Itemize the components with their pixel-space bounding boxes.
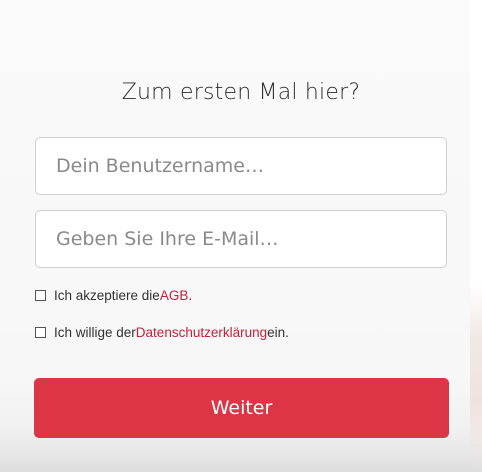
username-input[interactable] (35, 137, 447, 195)
agb-checkbox[interactable] (35, 289, 46, 301)
privacy-label-suffix: ein. (267, 324, 289, 340)
agb-label-suffix: . (188, 287, 193, 303)
privacy-consent-row: Ich willige der Datenschutzerklärung ein… (35, 323, 289, 341)
agb-link[interactable]: AGB (160, 288, 189, 303)
privacy-label-prefix: Ich willige der (54, 324, 136, 340)
privacy-policy-link[interactable]: Datenschutzerklärung (136, 325, 267, 340)
email-input[interactable] (35, 210, 447, 268)
continue-button[interactable]: Weiter (34, 378, 449, 438)
background-image-edge (470, 0, 482, 472)
privacy-checkbox[interactable] (35, 326, 46, 338)
agb-consent-row: Ich akzeptiere die AGB . (35, 286, 192, 304)
form-title: Zum ersten Mal hier? (121, 80, 361, 105)
agb-label-prefix: Ich akzeptiere die (54, 287, 160, 303)
